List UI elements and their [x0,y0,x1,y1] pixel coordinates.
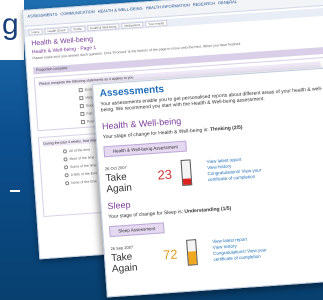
radio-icon[interactable] [65,181,70,186]
score-gauge [180,159,193,186]
radio-icon[interactable] [63,165,69,170]
checkbox-icon[interactable] [80,119,86,125]
result-links: View latest report View history Congratu… [207,155,262,183]
option-label: Fair [86,111,93,116]
assessment-date: 26 Oct 2007 [104,164,127,172]
take-again-card[interactable]: 26 Sep 2007 Take Again [110,241,158,276]
stage-label: Your stage of change for Sleep is: [108,208,184,221]
nav-item[interactable]: HEALTH & WELL-BEING [97,6,143,18]
gauge-fill [182,178,192,185]
checkbox-icon[interactable] [79,103,84,109]
title-fragment-text: g [2,8,19,41]
tab[interactable]: Profile [70,25,86,33]
checkbox-icon[interactable] [78,87,83,93]
take-again-link[interactable]: Take Again [105,170,152,195]
assessment-date: 26 Sep 2007 [110,244,134,252]
option-label: None of the time [71,179,97,185]
radio-icon[interactable] [64,173,69,178]
nav-item[interactable]: ASSESSMENTS [27,12,58,23]
nav-item[interactable]: RESEARCH [193,1,216,12]
option-label: A little of the time [70,171,98,178]
title-fragment: g [0,0,24,60]
dash-mark [10,190,20,192]
nav-item[interactable]: COMMUNICATION [60,9,95,20]
checkbox-icon[interactable] [79,95,84,101]
stage-value: Understanding (1/5) [184,205,232,215]
stage-value: Thinking (2/5) [209,124,243,133]
assessment-score: 23 [156,166,173,183]
assessment-score: 72 [162,245,179,262]
checkbox-icon[interactable] [80,111,85,117]
radio-icon[interactable] [63,157,68,162]
nav-item[interactable]: HEALTH INFORMATION [145,2,190,14]
take-again-card[interactable]: 26 Oct 2007 Take Again [104,161,153,195]
score-gauge [186,239,198,266]
sleep-assessment-button[interactable]: Sleep Assessment [108,222,165,238]
nav-item[interactable]: GENERAL [218,0,238,9]
option-label: Most of the time [69,155,95,162]
option-label: Poor [86,119,95,124]
option-label: All of the time [68,147,91,154]
tab[interactable]: Home [28,28,43,36]
radio-icon[interactable] [62,149,68,154]
health-assessment-button[interactable]: Health & Well-being Assessment [103,140,188,158]
result-links: View latest report View history Congratu… [212,235,267,263]
take-again-link[interactable]: Take Again [111,250,158,275]
assessments-window: Assessments Your assessments enable you … [92,67,323,298]
option-label: Some of the time [69,163,97,170]
gauge-fill [187,250,197,265]
